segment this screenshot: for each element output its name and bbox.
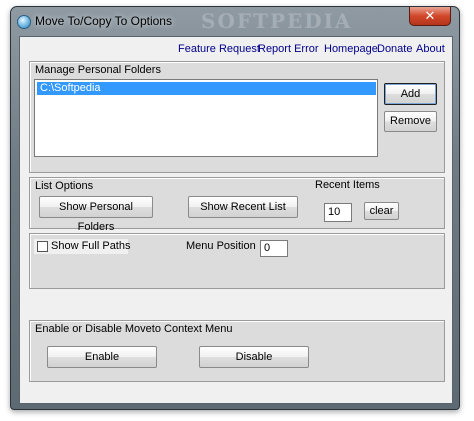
enable-button[interactable]: Enable xyxy=(47,346,157,368)
window-title: Move To/Copy To Options xyxy=(35,14,172,28)
watermark: SOFTPEDIA xyxy=(201,9,353,33)
folder-list-item[interactable]: C:\Softpedia xyxy=(37,82,376,95)
recent-items-label: Recent Items xyxy=(315,179,380,191)
close-button[interactable]: ✕ xyxy=(409,7,451,26)
show-recent-list-button[interactable]: Show Recent List xyxy=(188,196,298,218)
remove-button[interactable]: Remove xyxy=(384,111,437,132)
list-options-group: List Options Show Personal Folders Show … xyxy=(29,177,445,233)
options-window: Move To/Copy To Options SOFTPEDIA ✕ Feat… xyxy=(10,6,460,410)
app-globe-icon xyxy=(17,15,31,29)
add-button[interactable]: Add xyxy=(384,83,437,105)
folders-listbox[interactable]: C:\Softpedia xyxy=(34,79,378,157)
client-area: Feature Request Report Error Homepage Do… xyxy=(19,36,453,404)
context-menu-group: Enable or Disable Moveto Context Menu En… xyxy=(29,320,445,382)
title-bar[interactable]: Move To/Copy To Options SOFTPEDIA ✕ xyxy=(11,7,459,35)
list-options-title: List Options xyxy=(35,180,94,192)
close-icon: ✕ xyxy=(424,8,436,23)
disable-button[interactable]: Disable xyxy=(199,346,309,368)
feature-request-link[interactable]: Feature Request xyxy=(178,43,260,55)
context-menu-title: Enable or Disable Moveto Context Menu xyxy=(35,323,233,335)
show-full-paths-label: Show Full Paths xyxy=(51,240,131,252)
recent-items-input[interactable]: 10 xyxy=(324,203,352,222)
show-personal-folders-button[interactable]: Show Personal Folders xyxy=(39,196,153,233)
menu-position-label: Menu Position xyxy=(186,240,256,252)
menu-position-input[interactable]: 0 xyxy=(260,240,288,257)
path-options-group: Show Full Paths Menu Position 0 xyxy=(29,233,445,289)
report-error-link[interactable]: Report Error xyxy=(258,43,319,55)
show-full-paths-checkbox[interactable] xyxy=(37,241,48,252)
personal-folders-title: Manage Personal Folders xyxy=(35,64,161,76)
donate-link[interactable]: Donate xyxy=(377,43,412,55)
homepage-link[interactable]: Homepage xyxy=(324,43,378,55)
personal-folders-group: Manage Personal Folders C:\Softpedia Add… xyxy=(29,61,445,173)
clear-button[interactable]: clear xyxy=(364,202,399,220)
about-link[interactable]: About xyxy=(416,43,445,55)
show-full-paths-checkbox-row[interactable]: Show Full Paths xyxy=(34,239,131,254)
